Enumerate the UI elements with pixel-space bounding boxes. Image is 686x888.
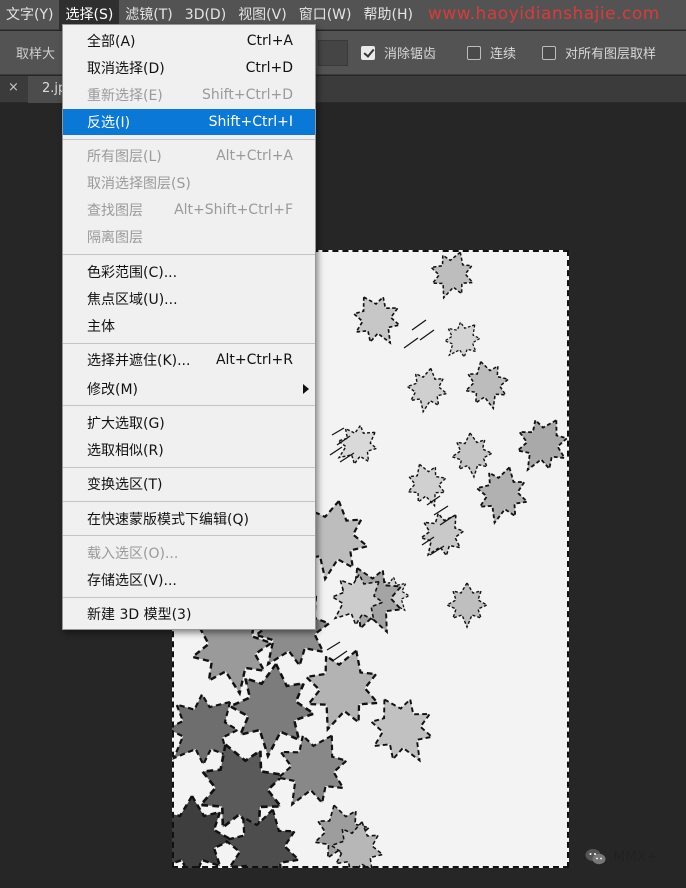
menu-item-label: 取消选择图层(S) xyxy=(87,176,191,192)
submenu-arrow-icon xyxy=(303,384,309,394)
menu-separator xyxy=(63,467,315,468)
menu-separator xyxy=(63,501,315,502)
menu-help[interactable]: 帮助(H) xyxy=(357,0,418,30)
anti-alias-checkbox[interactable] xyxy=(361,45,375,60)
contiguous-label: 连续 xyxy=(490,47,517,62)
menu-item-label: 所有图层(L) xyxy=(87,149,162,165)
menu-item-label: 全部(A) xyxy=(87,34,136,50)
anti-alias-option[interactable]: 消除锯齿 xyxy=(361,43,436,62)
menu-item-shortcut: Alt+Shift+Ctrl+F xyxy=(174,202,293,218)
menu-item-shortcut: Shift+Ctrl+D xyxy=(202,87,293,103)
menu-item-inverse[interactable]: 反选(I) Shift+Ctrl+I xyxy=(63,109,315,135)
menu-item-label: 新建 3D 模型(3) xyxy=(87,607,192,623)
menu-item-label: 选取相似(R) xyxy=(87,443,164,459)
menu-item-load-selection[interactable]: 载入选区(O)... xyxy=(63,540,315,566)
menu-item-shortcut: Alt+Ctrl+R xyxy=(215,352,293,368)
contiguous-checkbox[interactable] xyxy=(467,45,481,60)
menu-item-label: 存储选区(V)... xyxy=(87,573,177,589)
menu-item-color-range[interactable]: 色彩范围(C)... xyxy=(63,259,315,285)
menu-item-shortcut: Ctrl+D xyxy=(245,60,293,76)
menu-item-reselect[interactable]: 重新选择(E) Shift+Ctrl+D xyxy=(63,82,315,108)
menu-item-focus-area[interactable]: 焦点区域(U)... xyxy=(63,286,315,312)
menu-item-label: 重新选择(E) xyxy=(87,88,163,104)
menu-item-label: 变换选区(T) xyxy=(87,477,163,493)
menu-item-label: 载入选区(O)... xyxy=(87,546,179,562)
menu-separator xyxy=(63,254,315,255)
menu-separator xyxy=(63,405,315,406)
close-icon[interactable]: × xyxy=(8,80,19,95)
menu-item-modify[interactable]: 修改(M) xyxy=(63,376,315,402)
menu-item-label: 扩大选取(G) xyxy=(87,416,165,432)
contiguous-option[interactable]: 连续 xyxy=(467,43,516,62)
menu-item-find-layers[interactable]: 查找图层 Alt+Shift+Ctrl+F xyxy=(63,197,315,223)
all-layers-option[interactable]: 对所有图层取样 xyxy=(542,43,656,62)
menu-item-label: 在快速蒙版模式下编辑(Q) xyxy=(87,512,249,528)
menu-item-shortcut: Alt+Ctrl+A xyxy=(216,148,293,164)
brand-watermark: MMX+ xyxy=(585,848,658,866)
select-menu-dropdown: 全部(A) Ctrl+A 取消选择(D) Ctrl+D 重新选择(E) Shif… xyxy=(62,24,316,630)
menu-separator xyxy=(63,597,315,598)
menu-item-label: 焦点区域(U)... xyxy=(87,292,178,308)
menu-item-subject[interactable]: 主体 xyxy=(63,313,315,339)
all-layers-label: 对所有图层取样 xyxy=(565,47,657,62)
sample-size-field[interactable] xyxy=(318,40,348,66)
menu-item-transform-selection[interactable]: 变换选区(T) xyxy=(63,471,315,497)
menu-item-label: 反选(I) xyxy=(87,115,131,131)
menu-item-similar[interactable]: 选取相似(R) xyxy=(63,437,315,463)
menu-item-label: 色彩范围(C)... xyxy=(87,265,178,281)
menu-item-label: 修改(M) xyxy=(87,382,139,398)
menu-item-label: 隔离图层 xyxy=(87,230,143,246)
menu-separator xyxy=(63,535,315,536)
menu-item-select-all[interactable]: 全部(A) Ctrl+A xyxy=(63,28,315,54)
sample-size-label: 取样大 xyxy=(16,47,56,62)
menu-item-label: 查找图层 xyxy=(87,203,143,219)
menu-item-grow[interactable]: 扩大选取(G) xyxy=(63,410,315,436)
site-watermark: www.haoyidianshajie.com xyxy=(428,4,660,24)
menu-item-save-selection[interactable]: 存储选区(V)... xyxy=(63,567,315,593)
menu-item-label: 取消选择(D) xyxy=(87,61,165,77)
menu-separator xyxy=(63,343,315,344)
brand-label: MMX+ xyxy=(613,849,659,865)
menu-item-label: 选择并遮住(K)... xyxy=(87,353,191,369)
menu-type[interactable]: 文字(Y) xyxy=(0,0,59,30)
menu-separator xyxy=(63,139,315,140)
wechat-icon xyxy=(585,849,606,865)
menu-item-label: 主体 xyxy=(87,319,115,335)
menu-item-quick-mask[interactable]: 在快速蒙版模式下编辑(Q) xyxy=(63,506,315,532)
menu-item-shortcut: Ctrl+A xyxy=(246,33,293,49)
menu-item-deselect[interactable]: 取消选择(D) Ctrl+D xyxy=(63,55,315,81)
anti-alias-label: 消除锯齿 xyxy=(384,47,437,62)
menu-item-deselect-layers[interactable]: 取消选择图层(S) xyxy=(63,170,315,196)
menu-item-new-3d-model[interactable]: 新建 3D 模型(3) xyxy=(63,601,315,627)
all-layers-checkbox[interactable] xyxy=(542,45,556,60)
menu-item-select-and-mask[interactable]: 选择并遮住(K)... Alt+Ctrl+R xyxy=(63,347,315,373)
menu-item-shortcut: Shift+Ctrl+I xyxy=(208,114,293,130)
menu-item-all-layers[interactable]: 所有图层(L) Alt+Ctrl+A xyxy=(63,143,315,169)
menu-item-isolate-layers[interactable]: 隔离图层 xyxy=(63,224,315,250)
